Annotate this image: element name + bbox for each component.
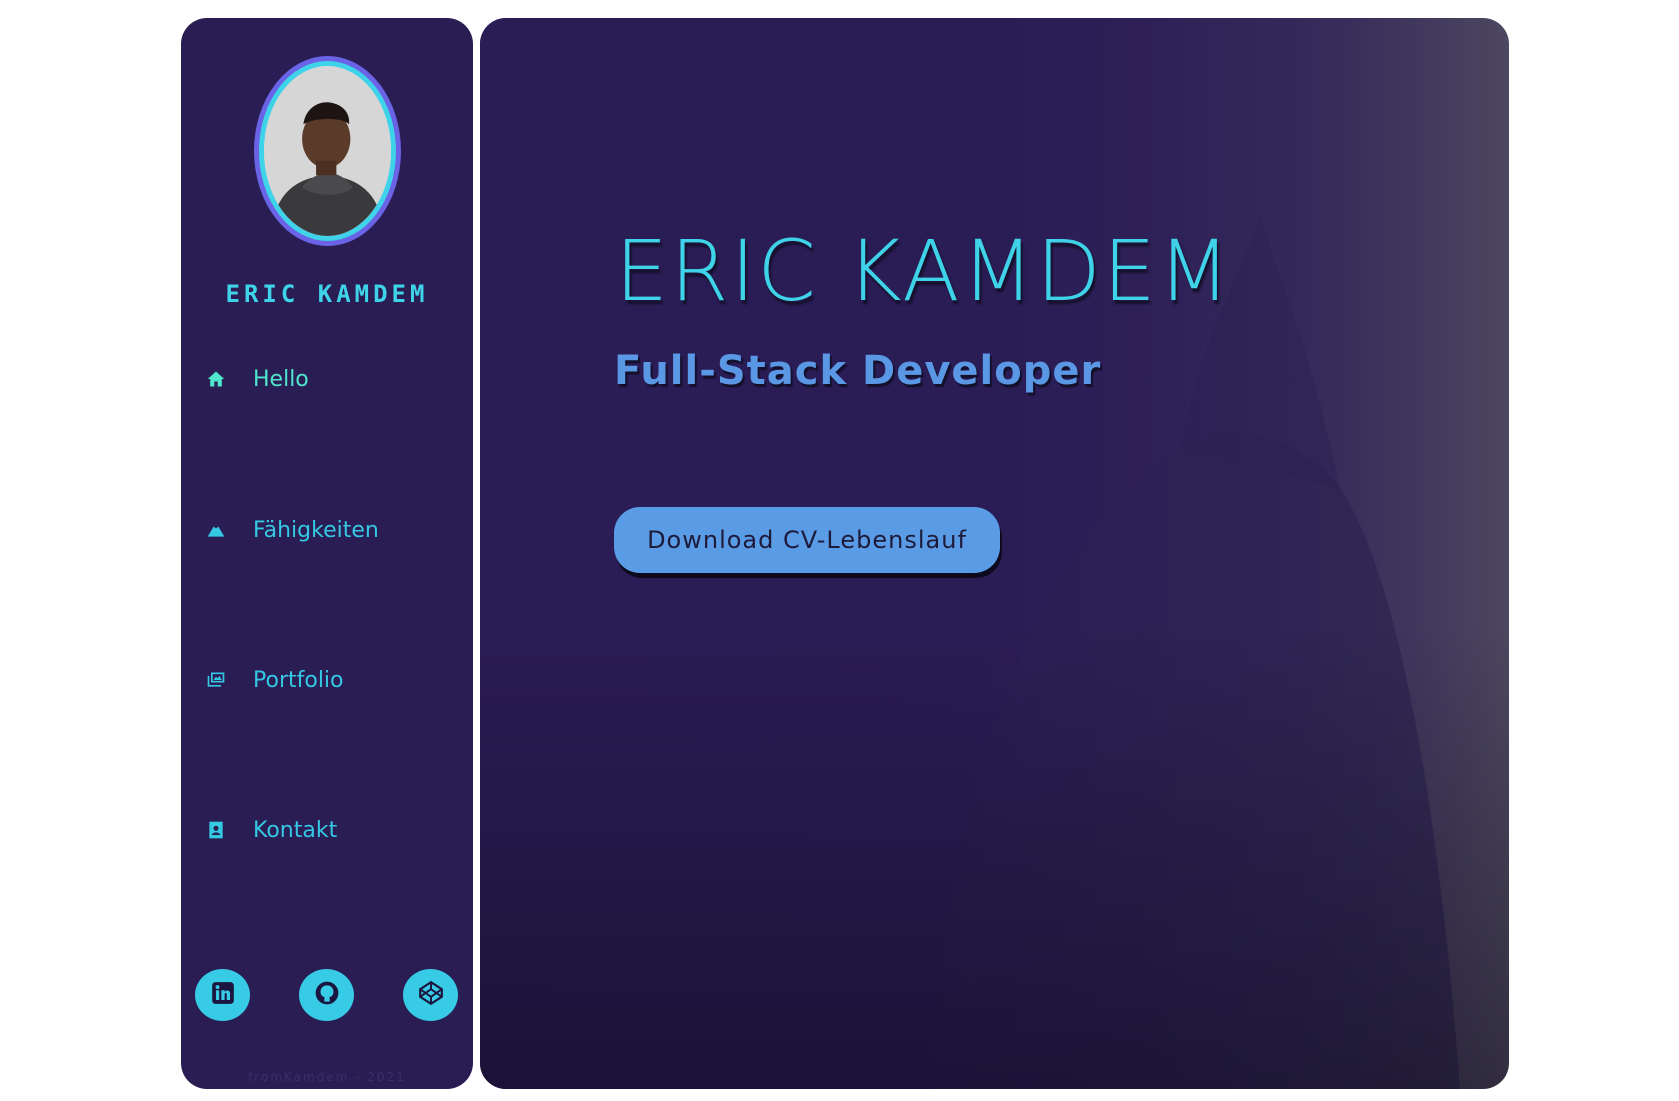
linkedin-icon — [210, 980, 236, 1010]
nav-label-portfolio: Portfolio — [253, 667, 344, 693]
sidebar-name: ERIC KAMDEM — [225, 280, 429, 308]
github-icon — [314, 980, 340, 1010]
download-cv-button[interactable]: Download CV-Lebenslauf — [614, 507, 1000, 573]
home-icon — [205, 368, 227, 390]
hero-title: ERIC KAMDEM — [615, 222, 1233, 320]
images-icon — [205, 669, 227, 691]
hero-panel: ERIC KAMDEM Full-Stack Developer Downloa… — [480, 18, 1509, 1089]
nav-label-kontakt: Kontakt — [253, 817, 338, 843]
avatar-frame — [254, 56, 401, 246]
nav-label-faehigkeiten: Fähigkeiten — [253, 517, 379, 543]
profile-photo — [264, 66, 391, 236]
hero-subtitle: Full-Stack Developer — [614, 348, 1102, 394]
nav-item-portfolio[interactable]: Portfolio — [205, 660, 344, 700]
nav-item-kontakt[interactable]: Kontakt — [205, 810, 337, 850]
nav-item-hello[interactable]: Hello — [205, 359, 309, 399]
codepen-button[interactable] — [403, 969, 458, 1021]
avatar — [264, 66, 391, 236]
contact-card-icon — [205, 819, 227, 841]
linkedin-button[interactable] — [195, 969, 250, 1021]
nav-label-hello: Hello — [253, 366, 309, 392]
sidebar: ERIC KAMDEM Hello Fähigkeiten Portfolio — [181, 18, 473, 1089]
nav-item-faehigkeiten[interactable]: Fähigkeiten — [205, 510, 379, 550]
footer-credit: fromKamdem - 2021 — [248, 1070, 406, 1084]
github-button[interactable] — [299, 969, 354, 1021]
codepen-icon — [418, 980, 444, 1010]
mountain-icon — [205, 519, 227, 541]
